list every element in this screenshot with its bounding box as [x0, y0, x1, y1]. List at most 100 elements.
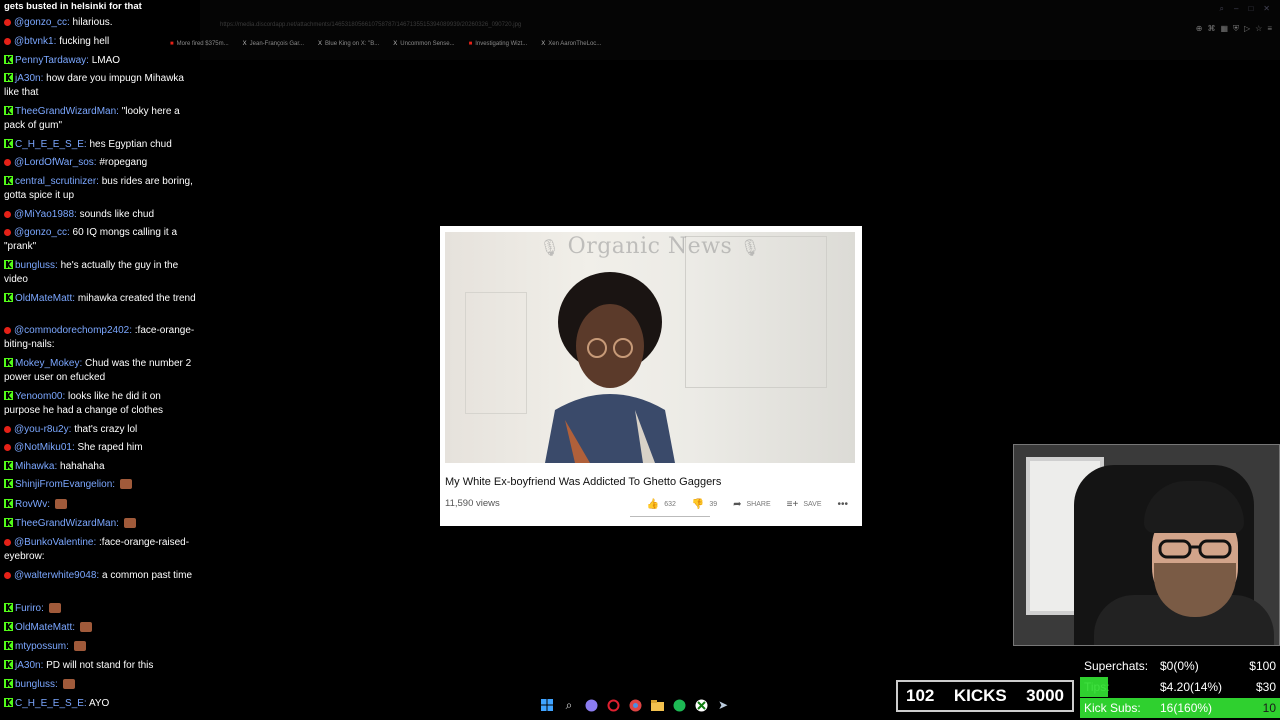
chat-username[interactable]: Mokey_Mokey: — [15, 358, 82, 369]
chat-username[interactable]: mtypossum: — [15, 641, 69, 652]
chrome-icon[interactable] — [628, 698, 642, 712]
dislike-button[interactable]: 👎 39 — [692, 499, 717, 510]
chat-username[interactable]: RovWv: — [15, 499, 50, 510]
chat-message: central_scrutinizer: bus rides are borin… — [4, 175, 198, 203]
bookmark-bar: ■ More fired $375m... X Jean-François Gar..… — [170, 41, 601, 47]
microphone-icon: 🎙 — [539, 238, 561, 257]
kick-icon — [4, 603, 13, 612]
close-icon[interactable]: ✕ — [1263, 4, 1270, 14]
chat-text: hilarious. — [72, 17, 113, 28]
more-button[interactable]: ••• — [837, 499, 848, 510]
youtube-icon — [4, 426, 11, 433]
youtube-icon — [4, 444, 11, 451]
chat-username[interactable]: TheeGrandWizardMan: — [15, 106, 119, 117]
xbox-icon[interactable] — [694, 698, 708, 712]
minimize-icon[interactable]: – — [1234, 4, 1238, 14]
chat-username[interactable]: jA30n: — [15, 660, 43, 671]
chat-text: hes Egyptian chud — [89, 139, 172, 150]
kick-icon — [4, 55, 13, 64]
chat-message: mtypossum: — [4, 640, 198, 654]
chat-username[interactable]: bungluss: — [15, 260, 58, 271]
bookmark-item[interactable]: ■ Investigating Wizt... — [469, 41, 528, 47]
spotify-icon[interactable] — [672, 698, 686, 712]
kicks-label: KICKS — [953, 686, 1007, 705]
chat-message: @you-r8u2y: that's crazy lol — [4, 423, 198, 437]
chat-message: TheeGrandWizardMan: "looky here a pack o… — [4, 105, 198, 133]
chat-username[interactable]: TheeGrandWizardMan: — [15, 518, 119, 529]
chat-message: @NotMiku01: She raped him — [4, 441, 198, 455]
chat-username[interactable]: @btvnk1: — [14, 36, 56, 47]
share-icon: ➦ — [733, 499, 742, 510]
search-icon[interactable]: ⌕ — [562, 698, 576, 712]
kick-icon — [4, 479, 13, 488]
opera-icon[interactable] — [606, 698, 620, 712]
chat-username[interactable]: @gonzo_cc: — [14, 227, 70, 238]
url-bar[interactable]: https://media.discordapp.net/attachments… — [220, 22, 521, 28]
kick-icon — [4, 176, 13, 185]
tips-value: $4.20(14%) — [1160, 680, 1223, 694]
chat-username[interactable]: Mihawka: — [15, 461, 57, 472]
kick-icon — [4, 106, 13, 115]
kick-icon — [4, 698, 13, 707]
chat-username[interactable]: bungluss: — [15, 679, 58, 690]
bookmark-item[interactable]: X Blue King on X: "B... — [318, 41, 379, 47]
chat-username[interactable]: central_scrutinizer: — [15, 176, 99, 187]
chat-username[interactable]: @BunkoValentine: — [14, 537, 96, 548]
star-icon[interactable]: ☆ — [1255, 24, 1262, 34]
extension-icon[interactable]: ▦ — [1220, 24, 1228, 34]
translate-icon[interactable]: ⌘ — [1207, 24, 1215, 34]
emote-icon — [79, 622, 92, 632]
bookmark-item[interactable]: X Uncommon Sense... — [393, 41, 454, 47]
like-button[interactable]: 👍 632 — [647, 499, 676, 510]
windows-start-icon[interactable] — [540, 698, 554, 712]
chat-username[interactable]: PennyTardaway: — [15, 55, 89, 66]
chat-username[interactable]: @gonzo_cc: — [14, 17, 70, 28]
chat-username[interactable]: OldMateMatt: — [15, 293, 75, 304]
goal-stats: Superchats: $0(0%) $100 Tips: $4.20(14%)… — [1080, 656, 1280, 720]
shield-icon[interactable]: ⛨ — [1233, 24, 1239, 34]
chat-username[interactable]: ShinjiFromEvangelion: — [15, 479, 115, 490]
chat-username[interactable]: @MiYao1988: — [14, 209, 77, 220]
playlist-add-icon: ≡+ — [786, 499, 799, 510]
chat-message: ShinjiFromEvangelion: — [4, 478, 198, 492]
bookmark-item[interactable]: X Jean-François Gar... — [243, 41, 304, 47]
kicks-counter: 102 KICKS 3000 — [896, 680, 1074, 712]
x-icon: X — [393, 41, 398, 47]
play-icon[interactable]: ▷ — [1244, 24, 1250, 34]
youtube-icon — [4, 211, 11, 218]
thumbs-up-icon: 👍 — [646, 499, 660, 510]
chat-username[interactable]: @LordOfWar_sos: — [14, 157, 97, 168]
youtube-icon — [4, 19, 11, 26]
glasses — [1158, 539, 1232, 559]
chat-message: PennyTardaway: LMAO — [4, 54, 198, 68]
bookmark-item[interactable]: ■ More fired $375m... — [170, 41, 229, 47]
chat-username[interactable]: @NotMiku01: — [14, 442, 75, 453]
menu-icon[interactable]: ≡ — [1267, 24, 1272, 34]
video-frame[interactable]: 🎙 Organic News 🎙 — [445, 232, 855, 463]
chat-username[interactable]: @you-r8u2y: — [14, 424, 71, 435]
chat-message: @MiYao1988: sounds like chud — [4, 208, 198, 222]
discord-icon[interactable] — [584, 698, 598, 712]
search-icon[interactable]: ⌕ — [1220, 4, 1224, 14]
chat-username[interactable]: Furiro: — [15, 603, 44, 614]
chat-username[interactable]: @walterwhite9048: — [14, 570, 99, 581]
folder-icon[interactable] — [650, 698, 664, 712]
chat-username[interactable]: OldMateMatt: — [15, 622, 75, 633]
zoom-icon[interactable]: ⊕ — [1196, 24, 1203, 34]
chat-username[interactable]: @commodorechomp2402: — [14, 325, 132, 336]
save-button[interactable]: ≡+ SAVE — [787, 499, 822, 510]
youtube-icon — [4, 229, 11, 236]
share-button[interactable]: ➦ SHARE — [733, 499, 771, 510]
chat-message: C_H_E_E_S_E: hes Egyptian chud — [4, 138, 198, 152]
chat-username[interactable]: jA30n: — [15, 73, 43, 84]
steam-icon[interactable]: ➤ — [716, 698, 730, 712]
browser-window: https://media.discordapp.net/attachments… — [170, 0, 1280, 60]
maximize-icon[interactable]: □ — [1248, 4, 1253, 14]
bookmark-item[interactable]: X Xen AaronTheLoc... — [541, 41, 601, 47]
tips-goal: $30 — [1255, 680, 1276, 694]
x-icon: X — [541, 41, 546, 47]
chat-username[interactable]: C_H_E_E_S_E: — [15, 139, 87, 150]
chat-username[interactable]: C_H_E_E_S_E: — [15, 698, 87, 709]
chat-message: OldMateMatt: — [4, 621, 198, 635]
chat-username[interactable]: Yenoom00: — [15, 391, 65, 402]
